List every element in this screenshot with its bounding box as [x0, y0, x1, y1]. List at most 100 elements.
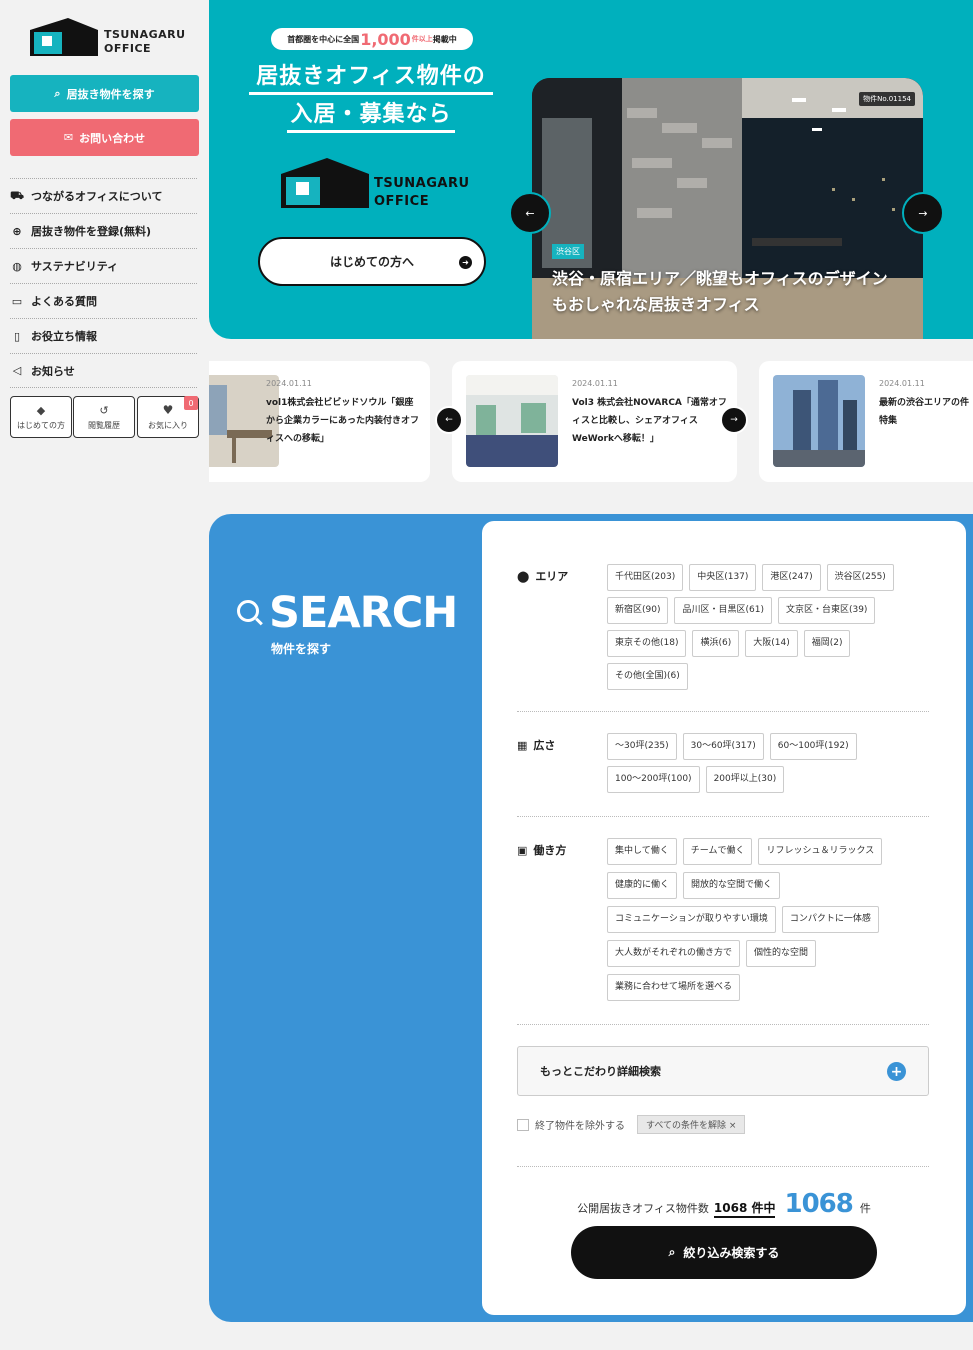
submit-search-button[interactable]: ⌕ 絞り込み検索する: [571, 1226, 877, 1279]
news-date: 2024.01.11: [879, 379, 925, 388]
slide-caption: 渋谷・原宿エリア／眺望もオフィスのデザインもおしゃれな居抜きオフィス: [552, 269, 888, 314]
area-chip[interactable]: 港区(247): [762, 564, 821, 591]
nav-item-sustainability[interactable]: ◍ サステナビリティ: [10, 248, 197, 283]
nav-item-about[interactable]: ⛟ つながるオフィスについて: [10, 178, 197, 213]
quick-label: 閲覧履歴: [88, 420, 120, 430]
heart-icon: ♥: [162, 403, 174, 417]
divider: [517, 1024, 929, 1025]
size-chip[interactable]: 100〜200坪(100): [607, 766, 700, 793]
featured-property-slide[interactable]: 物件No.01154 渋谷区 渋谷・原宿エリア／眺望もオフィスのデザインもおしゃ…: [532, 78, 923, 339]
hero-brand-line1: TSUNAGARU: [374, 176, 470, 191]
size-chip[interactable]: 〜30坪(235): [607, 733, 677, 760]
search-section: SEARCH 物件を探す ⬤ エリア 千代田区(203) 中央区(137) 港区(…: [209, 514, 973, 1322]
arrow-left-icon: ←: [445, 415, 453, 425]
plus-circle-icon: ⊕: [12, 224, 22, 238]
first-time-button[interactable]: はじめての方へ ➜: [258, 237, 486, 286]
workstyle-chip[interactable]: コンパクトに一体感: [781, 906, 879, 933]
pill-unit: 件以上: [411, 35, 433, 43]
bag-icon: ▣: [517, 843, 528, 857]
slide-prev-button[interactable]: ←: [509, 192, 551, 234]
brand-line2: OFFICE: [104, 42, 152, 55]
news-card[interactable]: 2024.01.11 vol1株式会社ビビッドソウル「銀座から企業カラーにあった…: [209, 361, 430, 482]
area-chips: 千代田区(203) 中央区(137) 港区(247) 渋谷区(255) 新宿区(…: [607, 564, 927, 690]
area-chip[interactable]: 横浜(6): [692, 630, 740, 657]
exclude-ended-row: 終了物件を除外する すべての条件を解除 ×: [517, 1115, 746, 1134]
news-card[interactable]: 2024.01.11 Vol3 株式会社NOVARCA「通常オフィスと比較し、シ…: [452, 361, 737, 482]
result-count: 公開居抜きオフィス物件数 1068 件中 1068 件: [482, 1189, 966, 1219]
nav-item-register[interactable]: ⊕ 居抜き物件を登録(無料): [10, 213, 197, 248]
size-chips: 〜30坪(235) 30〜60坪(317) 60〜100坪(192) 100〜2…: [607, 733, 927, 793]
hero: 首都圏を中心に全国 1,000 件以上 掲載中 居抜きオフィス物件の 入居・募集なら …: [209, 0, 973, 339]
workstyle-chip[interactable]: 開放的な空間で働く: [683, 872, 781, 899]
workstyle-chip[interactable]: チームで働く: [682, 838, 753, 865]
size-chip[interactable]: 200坪以上(30): [705, 766, 785, 793]
pill-number: 1,000: [360, 29, 411, 49]
size-chip[interactable]: 60〜100坪(192): [769, 733, 857, 760]
exclude-ended-label: 終了物件を除外する: [535, 1121, 625, 1132]
workstyle-chip[interactable]: 業務に合わせて場所を選べる: [607, 974, 741, 1001]
divider: [517, 711, 929, 712]
quick-label: はじめての方: [17, 420, 65, 430]
area-chip[interactable]: 文京区・台東区(39): [777, 597, 876, 624]
count-hit: 1068: [784, 1189, 853, 1219]
slide-next-button[interactable]: →: [902, 192, 944, 234]
contact-button[interactable]: ✉ お問い合わせ: [10, 119, 199, 156]
news-title: vol1株式会社ビビッドソウル「銀座から企業カラーにあった内装付きオフィスへの移…: [266, 398, 420, 444]
advanced-search-label: もっとこだわり詳細検索: [540, 1065, 661, 1078]
search-property-button[interactable]: ⌕ 居抜き物件を探す: [10, 75, 199, 112]
listing-count-pill: 首都圏を中心に全国 1,000 件以上 掲載中: [271, 28, 473, 50]
favorite-count-badge: 0: [184, 396, 198, 410]
submit-search-label: 絞り込み検索する: [683, 1246, 780, 1260]
document-search-icon: ▯: [13, 329, 21, 343]
nav-item-faq[interactable]: ▭ よくある質問: [10, 283, 197, 318]
count-prefix: 公開居抜きオフィス物件数: [577, 1202, 709, 1215]
quick-label: お気に入り: [148, 421, 188, 430]
beginner-button[interactable]: ◆ はじめての方: [10, 396, 72, 438]
first-time-label: はじめての方へ: [329, 255, 414, 269]
beginner-icon: ◆: [36, 403, 46, 417]
exclude-ended-checkbox[interactable]: [517, 1118, 529, 1131]
hero-logo-icon: [281, 158, 369, 208]
area-chip[interactable]: 渋谷区(255): [826, 564, 894, 591]
size-label: ▦ 広さ: [517, 737, 555, 753]
area-chip[interactable]: 大阪(14): [745, 630, 798, 657]
property-number: 物件No.01154: [859, 92, 915, 106]
search-icon: ⌕: [54, 86, 61, 100]
news-card[interactable]: 2024.01.11 最新の渋谷エリアの件特集: [759, 361, 973, 482]
clear-conditions-button[interactable]: すべての条件を解除 ×: [637, 1115, 746, 1134]
hero-brand-name: TSUNAGARU OFFICE: [374, 175, 470, 211]
area-chip[interactable]: 新宿区(90): [607, 597, 669, 624]
globe-icon: ◍: [12, 259, 22, 273]
news-prev-button[interactable]: ←: [435, 406, 463, 434]
workstyle-chip[interactable]: コミュニケーションが取りやすい環境: [607, 906, 776, 933]
area-chip[interactable]: 福岡(2): [803, 630, 851, 657]
nav-label: サステナビリティ: [31, 260, 119, 273]
area-chip[interactable]: 品川区・目黒区(61): [674, 597, 772, 624]
workstyle-label-text: 働き方: [533, 844, 567, 857]
area-chip[interactable]: 東京その他(18): [607, 630, 687, 657]
divider: [517, 1166, 929, 1167]
workstyle-label: ▣ 働き方: [517, 842, 566, 858]
history-button[interactable]: ↺ 閲覧履歴: [73, 396, 135, 438]
nav-item-news[interactable]: ◁ お知らせ: [10, 353, 197, 388]
search-title: SEARCH: [269, 588, 458, 638]
arrow-left-icon: ←: [525, 206, 535, 220]
size-chip[interactable]: 30〜60坪(317): [682, 733, 764, 760]
workstyle-chip[interactable]: 集中して働く: [607, 838, 677, 865]
search-panel: ⬤ エリア 千代田区(203) 中央区(137) 港区(247) 渋谷区(255)…: [482, 521, 966, 1315]
workstyle-chip[interactable]: リフレッシュ＆リラックス: [758, 838, 883, 865]
news-image: [773, 375, 865, 467]
grid-icon: ▦: [517, 738, 528, 752]
area-chip[interactable]: その他(全国)(6): [607, 663, 688, 690]
area-chip[interactable]: 中央区(137): [689, 564, 757, 591]
workstyle-chips: 集中して働く チームで働く リフレッシュ＆リラックス 健康的に働く 開放的な空間…: [607, 838, 927, 1001]
news-title: Vol3 株式会社NOVARCA「通常オフィスと比較し、シェアオフィスWeWor…: [572, 398, 727, 444]
nav-item-useful-info[interactable]: ▯ お役立ち情報: [10, 318, 197, 353]
news-next-button[interactable]: →: [720, 406, 748, 434]
area-chip[interactable]: 千代田区(203): [607, 564, 684, 591]
workstyle-chip[interactable]: 大人数がそれぞれの働き方で: [607, 940, 741, 967]
workstyle-chip[interactable]: 健康的に働く: [607, 872, 678, 899]
workstyle-chip[interactable]: 個性的な空間: [746, 940, 817, 967]
count-total: 1068 件中: [713, 1199, 776, 1218]
advanced-search-toggle[interactable]: もっとこだわり詳細検索 +: [517, 1046, 929, 1096]
